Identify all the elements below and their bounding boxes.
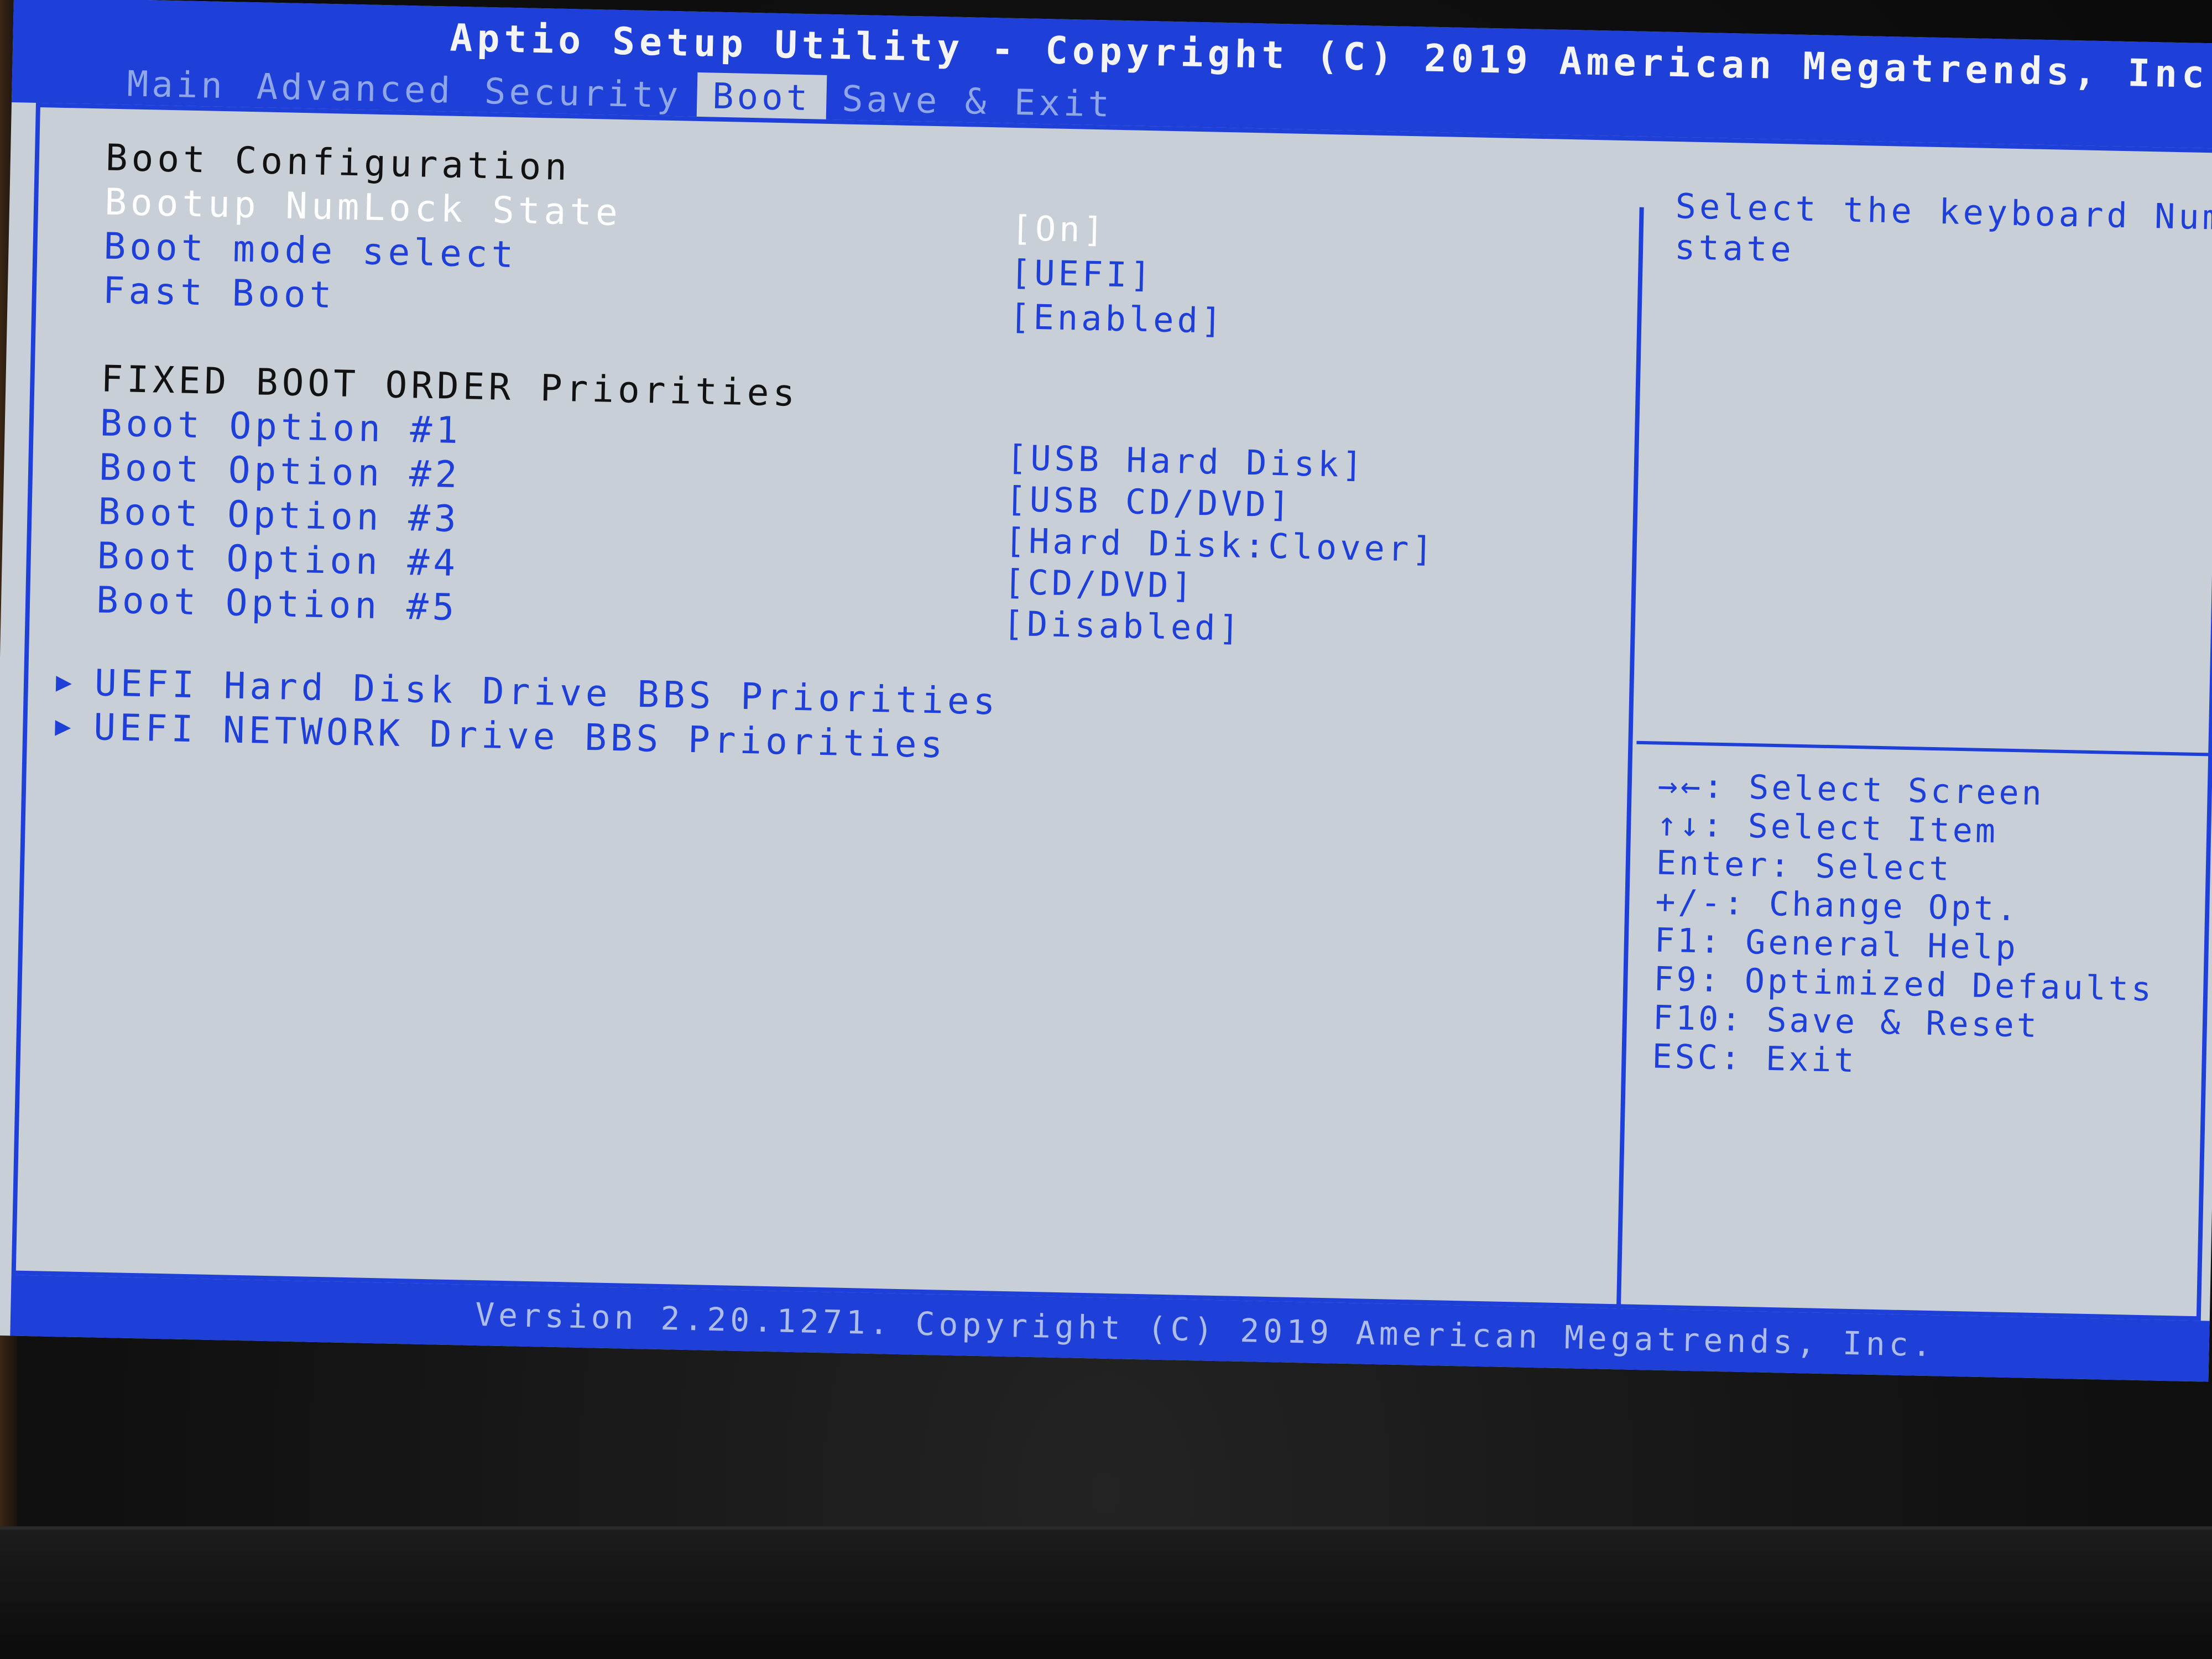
boot-option-5-label[interactable]: Boot Option #5 [96, 578, 458, 629]
key-legend: →←: Select Screen ↑↓: Select Item Enter:… [1652, 766, 2158, 1087]
boot-mode-select-value[interactable]: [UEFI] [1010, 252, 1154, 295]
monitor-screen: Aptio Setup Utility - Copyright (C) 2019… [0, 0, 2212, 1659]
help-divider [1636, 740, 2212, 757]
triangle-right-icon: ▶ [55, 666, 72, 698]
boot-option-2-value[interactable]: [USB CD/DVD] [1005, 479, 1293, 525]
bios-setup-screen: Aptio Setup Utility - Copyright (C) 2019… [0, 0, 2212, 1382]
boot-option-3-label[interactable]: Boot Option #3 [98, 490, 461, 540]
boot-option-5-value[interactable]: [Disabled] [1003, 603, 1243, 649]
tab-boot[interactable]: Boot [696, 72, 827, 123]
boot-option-1-label[interactable]: Boot Option #1 [100, 401, 462, 452]
settings-frame: Boot Configuration Bootup NumLock State … [11, 102, 2212, 1321]
help-text: Select the keyboard NumLock state [1674, 186, 2212, 281]
fast-boot-value[interactable]: [Enabled] [1009, 296, 1225, 341]
triangle-right-icon: ▶ [54, 710, 71, 742]
boot-option-1-value[interactable]: [USB Hard Disk] [1006, 437, 1366, 486]
photo-backdrop: Aptio Setup Utility - Copyright (C) 2019… [0, 0, 2212, 1659]
boot-option-2-label[interactable]: Boot Option #2 [98, 446, 461, 496]
boot-option-4-value[interactable]: [CD/DVD] [1003, 562, 1196, 606]
boot-mode-select-label[interactable]: Boot mode select [103, 225, 518, 276]
panel-divider [1616, 207, 1644, 1313]
section-title-boot-configuration: Boot Configuration [105, 136, 571, 189]
boot-option-4-label[interactable]: Boot Option #4 [97, 534, 460, 585]
bootup-numlock-state-value[interactable]: [On] [1011, 208, 1108, 251]
monitor-bezel-bottom [0, 1526, 2212, 1659]
tab-main[interactable]: Main [111, 60, 242, 111]
boot-option-3-value[interactable]: [Hard Disk:Clover] [1004, 520, 1436, 570]
fast-boot-label[interactable]: Fast Boot [102, 269, 336, 316]
